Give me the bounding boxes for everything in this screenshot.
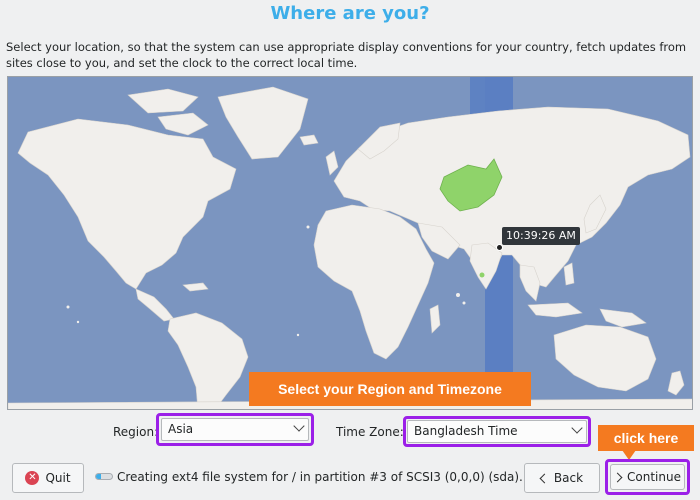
quit-button[interactable]: ✕ Quit [12, 463, 84, 493]
continents [8, 86, 692, 409]
click-here-callout: click here [598, 425, 694, 451]
progress-bar [95, 473, 113, 480]
back-label: Back [553, 471, 584, 485]
quit-label: Quit [45, 471, 71, 485]
timezone-label: Time Zone: [336, 425, 404, 439]
chevron-left-icon [539, 473, 550, 483]
continue-label: Continue [627, 470, 681, 484]
chevron-right-icon [612, 472, 623, 482]
timezone-band-segment [470, 77, 486, 117]
world-map[interactable]: 10:39:26 AM Select your Region and Timez… [7, 76, 693, 410]
progress-fill [96, 474, 102, 479]
timezone-select[interactable]: Bangladesh Time [407, 420, 587, 443]
page-title: Where are you? [270, 3, 430, 24]
chevron-down-icon [571, 422, 583, 434]
highlighted-island [479, 272, 485, 278]
region-label: Region: [113, 425, 159, 439]
instruction-banner: Select your Region and Timezone [249, 372, 531, 406]
region-select[interactable]: Asia [161, 418, 309, 441]
back-button[interactable]: Back [524, 463, 600, 493]
world-map-graphic [8, 77, 692, 409]
region-value: Asia [168, 422, 194, 436]
status-text: Creating ext4 file system for / in parti… [117, 470, 561, 484]
location-pin[interactable] [496, 244, 503, 251]
page-description: Select your location, so that the system… [6, 40, 687, 70]
continue-button[interactable]: Continue [610, 464, 685, 490]
timezone-value: Bangladesh Time [414, 424, 518, 438]
clock-tooltip: 10:39:26 AM [502, 227, 580, 245]
chevron-down-icon [293, 420, 305, 432]
close-circle-icon: ✕ [25, 471, 40, 485]
